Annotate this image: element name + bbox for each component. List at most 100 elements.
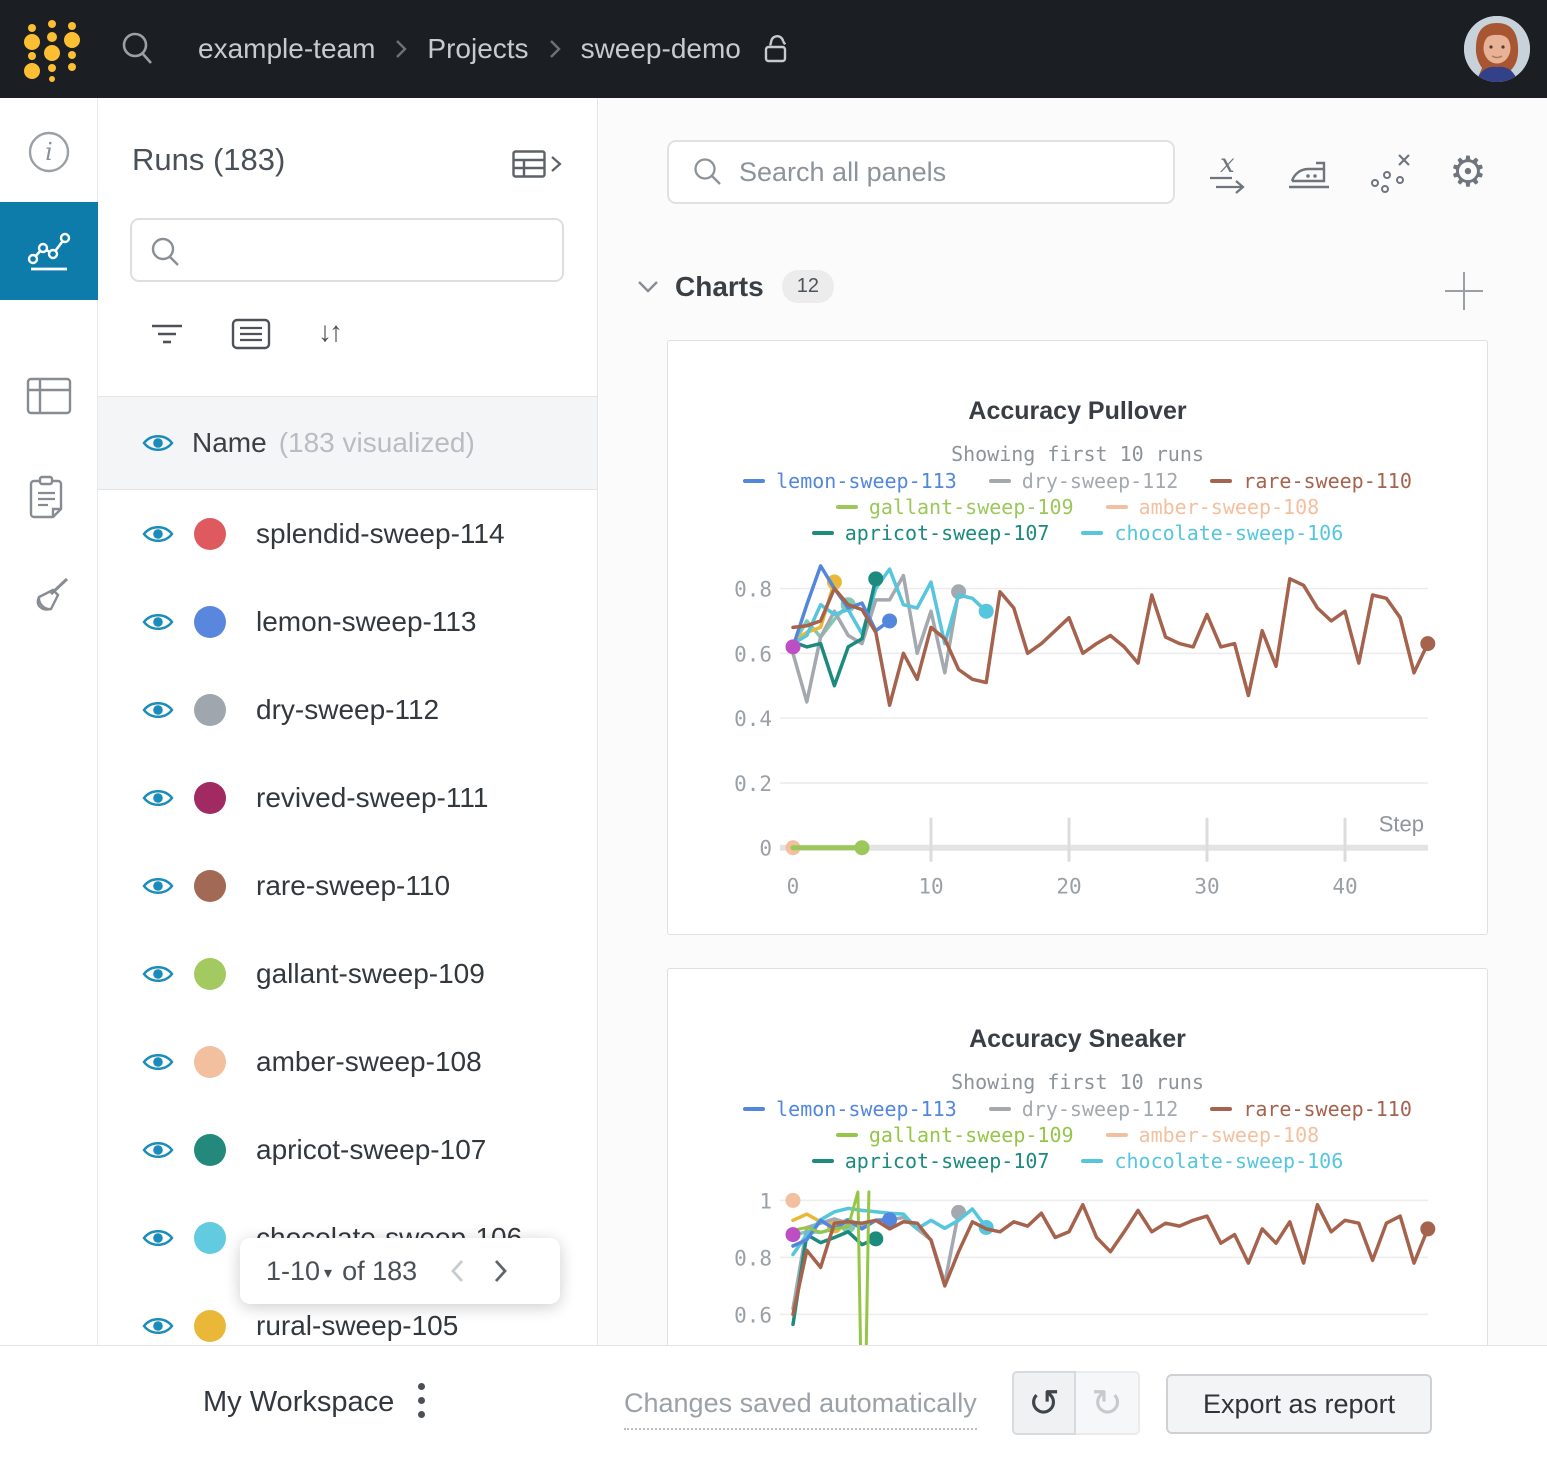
run-color-dot <box>194 1046 226 1078</box>
runs-name-header[interactable]: Name (183 visualized) <box>98 396 597 490</box>
eye-icon[interactable] <box>142 787 174 809</box>
chart-panel-accuracy-pullover[interactable]: Accuracy Pullover Showing first 10 runs … <box>667 340 1488 935</box>
eye-icon[interactable] <box>142 1315 174 1337</box>
legend-item[interactable]: chocolate-sweep-106 <box>1081 1149 1343 1173</box>
legend-item[interactable]: chocolate-sweep-106 <box>1081 521 1343 545</box>
runs-table-button[interactable] <box>512 150 562 178</box>
table-icon[interactable] <box>0 348 98 446</box>
x-axis-icon[interactable]: x <box>1200 144 1256 200</box>
legend-item[interactable]: rare-sweep-110 <box>1210 469 1412 493</box>
sort-icon[interactable]: ↓↑ <box>318 316 340 348</box>
legend-item[interactable]: gallant-sweep-109 <box>836 495 1074 519</box>
runs-panel: Runs (183) ↓↑ Name (183 visualized) sple… <box>98 98 598 1457</box>
table-grid-icon <box>512 150 546 178</box>
filter-icon[interactable] <box>148 318 186 350</box>
breadcrumb-team[interactable]: example-team <box>198 33 375 65</box>
next-page-button[interactable] <box>493 1258 509 1284</box>
eye-icon[interactable] <box>142 963 174 985</box>
breadcrumb-project-name[interactable]: sweep-demo <box>581 33 741 65</box>
legend-item[interactable]: amber-sweep-108 <box>1106 1123 1320 1147</box>
eye-icon[interactable] <box>142 523 174 545</box>
svg-text:30: 30 <box>1194 875 1219 899</box>
top-navbar: example-team Projects sweep-demo <box>0 0 1547 98</box>
chart-canvas[interactable]: 0.60.81010203040Step <box>670 1189 1487 1346</box>
run-row[interactable]: amber-sweep-108 <box>98 1018 597 1106</box>
kebab-menu-icon[interactable] <box>414 1379 429 1422</box>
unlock-icon[interactable] <box>763 33 793 65</box>
legend-dash-icon <box>812 1159 834 1163</box>
legend-item[interactable]: apricot-sweep-107 <box>812 521 1050 545</box>
legend-item[interactable]: lemon-sweep-113 <box>743 1097 957 1121</box>
pagination-range[interactable]: 1-10 ▾ of 183 <box>266 1256 417 1287</box>
run-row[interactable]: dry-sweep-112 <box>98 666 597 754</box>
svg-text:0.8: 0.8 <box>734 1246 772 1270</box>
eye-icon[interactable] <box>142 1139 174 1161</box>
legend-dash-icon <box>812 531 834 535</box>
legend-item[interactable]: dry-sweep-112 <box>989 1097 1179 1121</box>
run-row[interactable]: gallant-sweep-109 <box>98 930 597 1018</box>
chart-plot-area[interactable]: 00.20.40.60.8010203040Step <box>670 561 1487 906</box>
undo-button[interactable]: ↺ <box>1012 1371 1076 1435</box>
panel-search-input[interactable] <box>739 147 1173 197</box>
wandb-logo[interactable] <box>20 14 84 84</box>
runs-search-box <box>130 218 564 282</box>
undo-redo-group: ↺ ↻ <box>1012 1371 1140 1435</box>
run-row[interactable]: splendid-sweep-114 <box>98 490 597 578</box>
legend-dash-icon <box>1106 505 1128 509</box>
run-name: gallant-sweep-109 <box>256 958 485 990</box>
outlier-icon[interactable] <box>1362 144 1418 200</box>
redo-icon: ↻ <box>1091 1381 1123 1426</box>
export-report-button[interactable]: Export as report <box>1166 1374 1432 1434</box>
run-row[interactable]: apricot-sweep-107 <box>98 1106 597 1194</box>
svg-text:0.8: 0.8 <box>734 578 772 602</box>
workspace-footer: My Workspace Changes saved automatically… <box>0 1345 1547 1457</box>
legend-item[interactable]: apricot-sweep-107 <box>812 1149 1050 1173</box>
chart-legend: lemon-sweep-113 dry-sweep-112 rare-sweep-1… <box>668 468 1487 546</box>
run-row[interactable]: revived-sweep-111 <box>98 754 597 842</box>
charts-section-title[interactable]: Charts <box>675 271 764 303</box>
list-settings-icon[interactable] <box>231 318 271 350</box>
legend-item[interactable]: rare-sweep-110 <box>1210 1097 1412 1121</box>
chevron-down-icon[interactable] <box>637 280 659 294</box>
add-panel-button[interactable] <box>1437 264 1491 318</box>
broom-icon[interactable] <box>0 548 98 646</box>
undo-icon: ↺ <box>1028 1381 1060 1426</box>
legend-item[interactable]: amber-sweep-108 <box>1106 495 1320 519</box>
legend-dash-icon <box>989 479 1011 483</box>
legend-dash-icon <box>989 1107 1011 1111</box>
search-icon <box>693 157 723 187</box>
smoothing-iron-icon[interactable] <box>1281 144 1337 200</box>
run-row[interactable]: rare-sweep-110 <box>98 842 597 930</box>
eye-icon[interactable] <box>142 699 174 721</box>
eye-icon[interactable] <box>142 875 174 897</box>
name-column-header: Name <box>192 427 267 459</box>
clipboard-icon[interactable] <box>0 448 98 546</box>
settings-gear-icon[interactable]: ⚙ <box>1440 144 1496 200</box>
breadcrumb-projects[interactable]: Projects <box>427 33 528 65</box>
chart-canvas[interactable]: 00.20.40.60.8010203040Step <box>670 561 1487 906</box>
runs-search-input[interactable] <box>194 224 554 276</box>
legend-item[interactable]: lemon-sweep-113 <box>743 469 957 493</box>
eye-icon[interactable] <box>142 1227 174 1249</box>
workspace-selector[interactable]: My Workspace <box>203 1386 394 1419</box>
prev-page-button[interactable] <box>449 1258 465 1284</box>
legend-dash-icon <box>836 1133 858 1137</box>
save-status-text[interactable]: Changes saved automatically <box>624 1388 977 1430</box>
eye-icon[interactable] <box>142 1051 174 1073</box>
redo-button[interactable]: ↻ <box>1076 1371 1140 1435</box>
legend-item[interactable]: gallant-sweep-109 <box>836 1123 1074 1147</box>
eye-icon[interactable] <box>142 432 174 454</box>
user-avatar[interactable] <box>1464 16 1530 82</box>
svg-text:i: i <box>45 138 53 166</box>
run-list: splendid-sweep-114lemon-sweep-113 dry-swe… <box>98 490 597 1457</box>
eye-icon[interactable] <box>142 611 174 633</box>
line-chart-icon[interactable] <box>0 202 98 300</box>
info-icon[interactable]: i <box>0 103 98 201</box>
legend-item[interactable]: dry-sweep-112 <box>989 469 1179 493</box>
run-name: dry-sweep-112 <box>256 694 439 726</box>
legend-dash-icon <box>1081 1159 1103 1163</box>
chart-plot-area[interactable]: 0.60.81010203040Step <box>670 1189 1487 1346</box>
search-icon[interactable] <box>118 29 158 69</box>
chart-legend: lemon-sweep-113 dry-sweep-112 rare-sweep-1… <box>668 1096 1487 1174</box>
run-row[interactable]: lemon-sweep-113 <box>98 578 597 666</box>
